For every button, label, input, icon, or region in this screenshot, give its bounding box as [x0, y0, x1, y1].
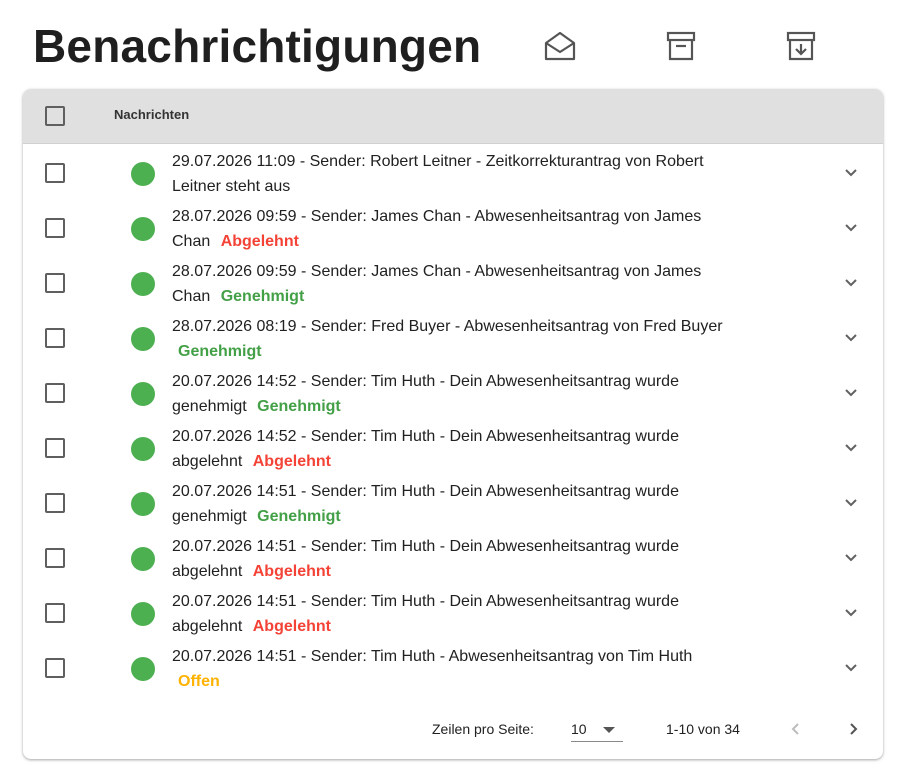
notification-message: 20.07.2026 14:51 - Sender: Tim Huth - Ab…: [172, 648, 693, 665]
archive-icon: [666, 31, 696, 61]
previous-page-button[interactable]: [782, 715, 810, 743]
notification-row[interactable]: 20.07.2026 14:51 - Sender: Tim Huth - De…: [23, 474, 883, 529]
chevron-down-icon: [845, 444, 857, 452]
row-checkbox[interactable]: [45, 383, 65, 403]
notification-text: 20.07.2026 14:51 - Sender: Tim Huth - De…: [172, 589, 732, 639]
notification-message: 29.07.2026 11:09 - Sender: Robert Leitne…: [172, 153, 704, 195]
notification-text: 20.07.2026 14:51 - Sender: Tim Huth - De…: [172, 534, 732, 584]
unarchive-icon: [786, 31, 816, 61]
unarchive-button[interactable]: [781, 26, 821, 66]
chevron-down-icon: [845, 664, 857, 672]
notification-text: 28.07.2026 09:59 - Sender: James Chan - …: [172, 204, 732, 254]
row-checkbox[interactable]: [45, 548, 65, 568]
notification-text: 20.07.2026 14:51 - Sender: Tim Huth - De…: [172, 479, 732, 529]
notification-row[interactable]: 29.07.2026 11:09 - Sender: Robert Leitne…: [23, 144, 883, 199]
notification-text: 29.07.2026 11:09 - Sender: Robert Leitne…: [172, 149, 732, 199]
notification-row[interactable]: 20.07.2026 14:51 - Sender: Tim Huth - De…: [23, 584, 883, 639]
unread-indicator-icon: [131, 657, 155, 681]
row-checkbox[interactable]: [45, 273, 65, 293]
notification-row[interactable]: 28.07.2026 08:19 - Sender: Fred Buyer - …: [23, 309, 883, 364]
status-badge: Abgelehnt: [252, 453, 331, 470]
rows-per-page-select[interactable]: 10: [571, 715, 623, 742]
status-badge: Genehmigt: [257, 398, 341, 415]
archive-button[interactable]: [661, 26, 701, 66]
status-badge: Offen: [178, 673, 220, 690]
unread-indicator-icon: [131, 492, 155, 516]
unread-indicator-icon: [131, 602, 155, 626]
expand-row-button[interactable]: [841, 492, 861, 512]
notification-row[interactable]: 20.07.2026 14:51 - Sender: Tim Huth - Ab…: [23, 639, 883, 694]
row-checkbox[interactable]: [45, 438, 65, 458]
chevron-right-icon: [850, 723, 858, 735]
expand-row-button[interactable]: [841, 162, 861, 182]
chevron-down-icon: [845, 609, 857, 617]
status-badge: Genehmigt: [220, 288, 305, 305]
notification-row[interactable]: 20.07.2026 14:52 - Sender: Tim Huth - De…: [23, 364, 883, 419]
notification-text: 28.07.2026 09:59 - Sender: James Chan - …: [172, 259, 732, 309]
status-badge: Abgelehnt: [252, 618, 331, 635]
expand-row-button[interactable]: [841, 602, 861, 622]
notification-row[interactable]: 28.07.2026 09:59 - Sender: James Chan - …: [23, 254, 883, 309]
column-header-messages: Nachrichten: [114, 107, 190, 122]
unread-indicator-icon: [131, 217, 155, 241]
unread-indicator-icon: [131, 162, 155, 186]
notification-message: 20.07.2026 14:51 - Sender: Tim Huth - De…: [172, 593, 679, 635]
chevron-down-icon: [845, 224, 857, 232]
row-checkbox[interactable]: [45, 218, 65, 238]
rows-per-page-value: 10: [571, 721, 587, 737]
page-range-text: 1-10 von 34: [666, 721, 740, 737]
notification-row[interactable]: 28.07.2026 09:59 - Sender: James Chan - …: [23, 199, 883, 254]
page-title: Benachrichtigungen: [33, 20, 482, 72]
unread-indicator-icon: [131, 327, 155, 351]
expand-row-button[interactable]: [841, 547, 861, 567]
chevron-down-icon: [845, 169, 857, 177]
row-checkbox[interactable]: [45, 163, 65, 183]
expand-row-button[interactable]: [841, 327, 861, 347]
unread-indicator-icon: [131, 272, 155, 296]
chevron-down-icon: [845, 279, 857, 287]
status-badge: Genehmigt: [257, 508, 341, 525]
chevron-down-icon: [845, 554, 857, 562]
unread-indicator-icon: [131, 382, 155, 406]
chevron-down-icon: [845, 334, 857, 342]
next-page-button[interactable]: [839, 715, 867, 743]
notification-row[interactable]: 20.07.2026 14:51 - Sender: Tim Huth - De…: [23, 529, 883, 584]
notification-message: 20.07.2026 14:52 - Sender: Tim Huth - De…: [172, 428, 679, 470]
expand-row-button[interactable]: [841, 272, 861, 292]
notification-text: 28.07.2026 08:19 - Sender: Fred Buyer - …: [172, 314, 732, 364]
notification-text: 20.07.2026 14:51 - Sender: Tim Huth - Ab…: [172, 644, 732, 694]
notification-text: 20.07.2026 14:52 - Sender: Tim Huth - De…: [172, 424, 732, 474]
mark-read-button[interactable]: [540, 26, 580, 66]
mail-open-icon: [544, 31, 576, 61]
chevron-down-icon: [845, 389, 857, 397]
expand-row-button[interactable]: [841, 217, 861, 237]
expand-row-button[interactable]: [841, 437, 861, 457]
unread-indicator-icon: [131, 437, 155, 461]
notification-text: 20.07.2026 14:52 - Sender: Tim Huth - De…: [172, 369, 732, 419]
expand-row-button[interactable]: [841, 657, 861, 677]
unread-indicator-icon: [131, 547, 155, 571]
status-badge: Abgelehnt: [252, 563, 331, 580]
status-badge: Genehmigt: [178, 343, 262, 360]
notification-message: 28.07.2026 08:19 - Sender: Fred Buyer - …: [172, 318, 723, 335]
notification-message: 20.07.2026 14:51 - Sender: Tim Huth - De…: [172, 483, 679, 525]
rows-per-page-label: Zeilen pro Seite:: [432, 721, 534, 737]
table-header: Nachrichten: [23, 89, 883, 144]
select-all-checkbox[interactable]: [45, 106, 65, 126]
notification-message: 20.07.2026 14:52 - Sender: Tim Huth - De…: [172, 373, 679, 415]
row-checkbox[interactable]: [45, 658, 65, 678]
row-checkbox[interactable]: [45, 493, 65, 513]
dropdown-caret-icon: [603, 727, 615, 733]
notifications-card: Nachrichten 29.07.2026 11:09 - Sender: R…: [23, 89, 883, 759]
row-checkbox[interactable]: [45, 603, 65, 623]
status-badge: Abgelehnt: [220, 233, 299, 250]
chevron-down-icon: [845, 499, 857, 507]
notification-row[interactable]: 20.07.2026 14:52 - Sender: Tim Huth - De…: [23, 419, 883, 474]
notification-message: 20.07.2026 14:51 - Sender: Tim Huth - De…: [172, 538, 679, 580]
chevron-left-icon: [791, 723, 799, 735]
pagination-bar: Zeilen pro Seite: 10 1-10 von 34: [23, 699, 883, 759]
expand-row-button[interactable]: [841, 382, 861, 402]
row-checkbox[interactable]: [45, 328, 65, 348]
